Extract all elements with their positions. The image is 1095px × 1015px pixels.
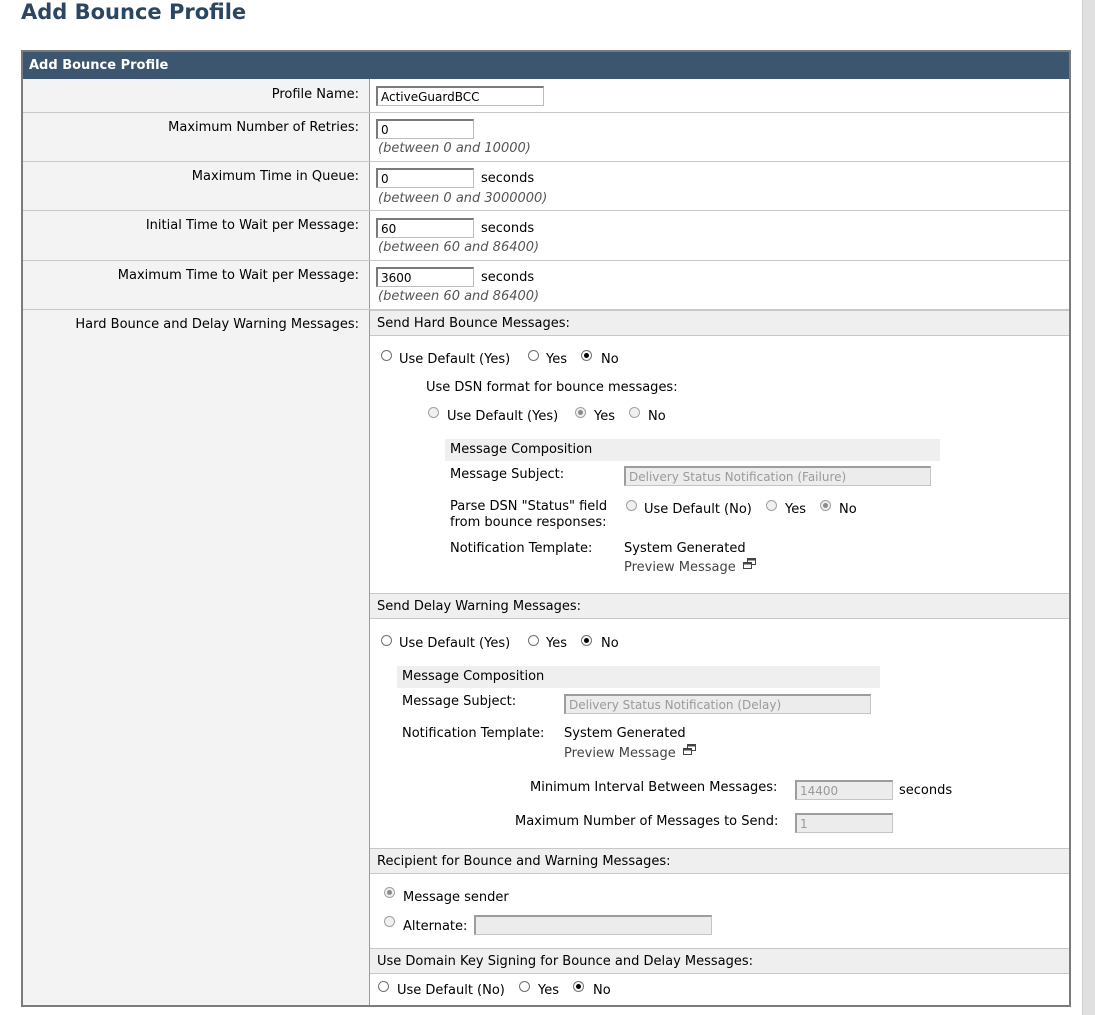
max-time-queue-label: Maximum Time in Queue: (191, 169, 359, 184)
hard-bounce-yes-label: Yes (546, 352, 567, 367)
dsn-yes-label: Yes (594, 409, 615, 424)
bounce-profile-form: Add Bounce Profile Profile Name: Maximum… (21, 50, 1071, 1007)
hard-bounce-composition-title: Message Composition (445, 439, 940, 461)
max-retries-hint: (between 0 and 10000) (378, 141, 531, 156)
max-messages-label: Maximum Number of Messages to Send: (515, 814, 779, 829)
hard-bounce-default-label: Use Default (Yes) (399, 352, 511, 367)
hard-bounce-subject-input[interactable] (624, 466, 931, 486)
initial-wait-input[interactable] (376, 218, 474, 238)
max-wait-unit: seconds (481, 270, 535, 285)
parse-dsn-yes-label: Yes (785, 502, 806, 517)
dsn-no-label: No (648, 409, 666, 424)
initial-wait-unit: seconds (481, 221, 535, 236)
initial-wait-hint: (between 60 and 86400) (378, 240, 540, 255)
recipient-sender-radio[interactable] (384, 887, 395, 898)
profile-name-input[interactable] (376, 86, 544, 106)
hard-bounce-row-label: Hard Bounce and Delay Warning Messages: (75, 317, 359, 332)
delay-template-value: System Generated (564, 726, 686, 741)
domain-key-yes-radio[interactable] (519, 981, 530, 992)
parse-dsn-yes-radio[interactable] (766, 500, 777, 511)
hard-bounce-subject-label: Message Subject: (450, 467, 565, 482)
parse-dsn-no-radio[interactable] (820, 500, 831, 511)
max-time-queue-hint: (between 0 and 3000000) (378, 191, 548, 206)
max-time-queue-unit: seconds (481, 171, 535, 186)
max-messages-input[interactable] (795, 813, 893, 833)
min-interval-unit: seconds (899, 783, 953, 798)
max-retries-input[interactable] (376, 119, 474, 139)
hard-bounce-no-radio[interactable] (581, 350, 592, 361)
delay-no-radio[interactable] (581, 635, 592, 646)
hard-bounce-no-label: No (601, 352, 619, 367)
row-divider (23, 112, 1069, 113)
dsn-yes-radio[interactable] (575, 407, 586, 418)
domain-key-yes-label: Yes (538, 983, 559, 998)
domain-key-default-radio[interactable] (378, 981, 389, 992)
parse-dsn-default-radio[interactable] (626, 500, 637, 511)
hard-bounce-default-radio[interactable] (381, 350, 392, 361)
delay-template-label: Notification Template: (402, 726, 545, 741)
max-wait-input[interactable] (376, 267, 474, 287)
max-retries-label: Maximum Number of Retries: (168, 120, 359, 135)
dsn-default-label: Use Default (Yes) (447, 409, 559, 424)
domain-key-default-label: Use Default (No) (397, 983, 505, 998)
parse-dsn-label-line1: Parse DSN "Status" field (450, 499, 608, 514)
delay-composition-title: Message Composition (397, 666, 880, 688)
domain-key-no-radio[interactable] (573, 981, 584, 992)
initial-wait-label: Initial Time to Wait per Message: (145, 218, 359, 233)
popup-window-icon[interactable] (743, 558, 756, 569)
parse-dsn-label-line2: from bounce responses: (450, 515, 607, 530)
min-interval-label: Minimum Interval Between Messages: (530, 780, 778, 795)
delay-warning-section-title: Send Delay Warning Messages: (370, 593, 1069, 619)
recipient-sender-label: Message sender (403, 890, 509, 905)
recipient-alternate-radio[interactable] (384, 916, 395, 927)
profile-name-label: Profile Name: (271, 87, 359, 102)
delay-default-radio[interactable] (381, 635, 392, 646)
row-divider (23, 161, 1069, 162)
delay-preview-link[interactable]: Preview Message (564, 746, 676, 761)
min-interval-input[interactable] (795, 780, 893, 800)
recipient-alternate-input[interactable] (474, 915, 712, 935)
delay-subject-input[interactable] (564, 694, 871, 714)
hard-bounce-template-label: Notification Template: (450, 541, 593, 556)
parse-dsn-no-label: No (839, 502, 857, 517)
max-wait-hint: (between 60 and 86400) (378, 289, 540, 304)
hard-bounce-section-title: Send Hard Bounce Messages: (370, 310, 1069, 336)
max-time-queue-input[interactable] (376, 168, 474, 188)
domain-key-no-label: No (593, 983, 611, 998)
hard-bounce-yes-radio[interactable] (528, 350, 539, 361)
delay-yes-label: Yes (546, 636, 567, 651)
vertical-scrollbar[interactable] (1082, 0, 1095, 1015)
delay-no-label: No (601, 636, 619, 651)
panel-header: Add Bounce Profile (23, 52, 1069, 79)
row-divider (23, 260, 1069, 261)
delay-subject-label: Message Subject: (402, 694, 517, 709)
row-divider (23, 210, 1069, 211)
dsn-format-label: Use DSN format for bounce messages: (426, 380, 678, 395)
hard-bounce-preview-link[interactable]: Preview Message (624, 560, 736, 575)
max-wait-label: Maximum Time to Wait per Message: (117, 268, 359, 283)
recipient-alternate-label: Alternate: (403, 919, 468, 934)
popup-window-icon[interactable] (683, 744, 696, 755)
delay-default-label: Use Default (Yes) (399, 636, 511, 651)
delay-yes-radio[interactable] (528, 635, 539, 646)
page-title: Add Bounce Profile (21, 0, 247, 24)
hard-bounce-template-value: System Generated (624, 541, 746, 556)
dsn-no-radio[interactable] (629, 407, 640, 418)
domain-key-section-title: Use Domain Key Signing for Bounce and De… (370, 948, 1069, 974)
recipient-section-title: Recipient for Bounce and Warning Message… (370, 848, 1069, 874)
parse-dsn-default-label: Use Default (No) (644, 502, 752, 517)
dsn-default-radio[interactable] (428, 407, 439, 418)
